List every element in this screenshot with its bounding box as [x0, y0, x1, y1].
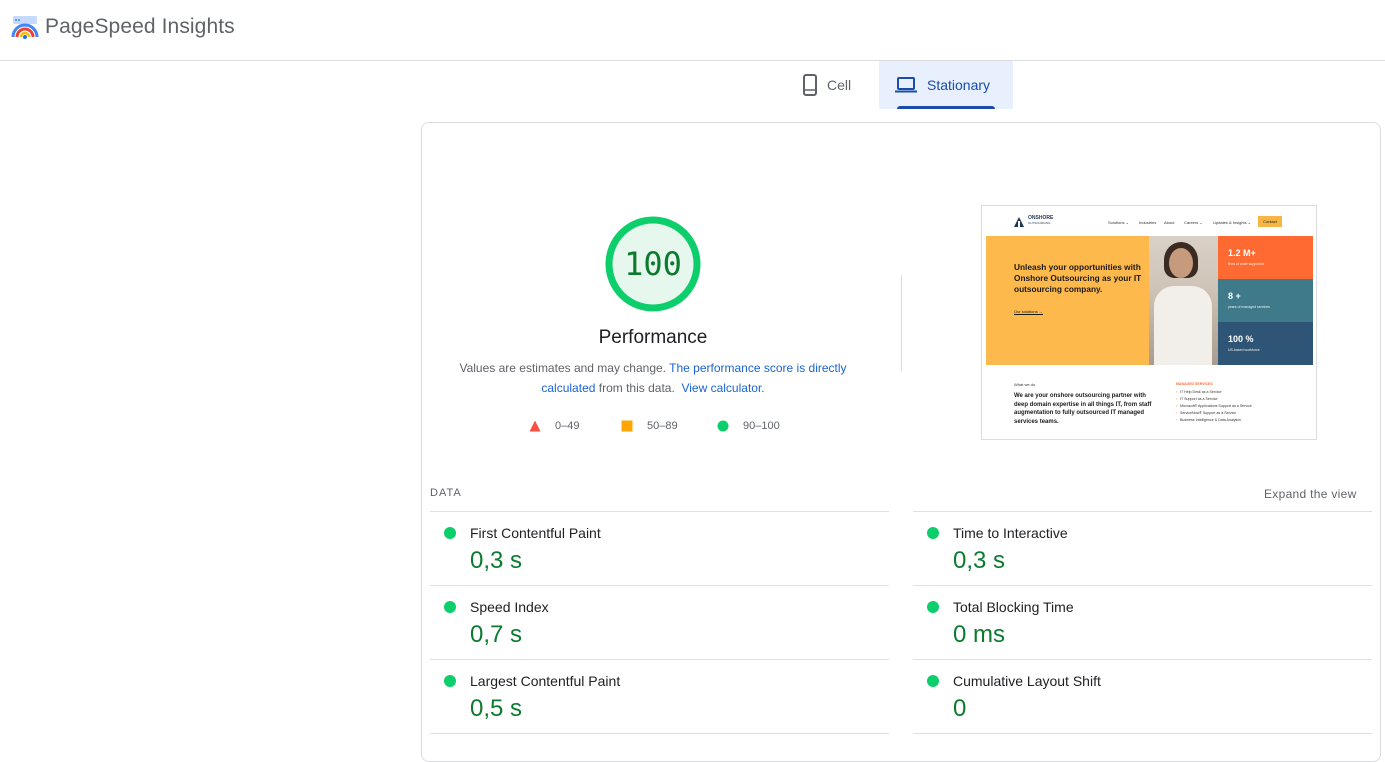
performance-title: Performance [598, 327, 708, 348]
performance-score: 100 [624, 245, 682, 283]
pass-circle-icon [444, 527, 456, 539]
metric-value: 0,3 s [470, 547, 523, 574]
screenshot-nav-item: Updates & Insights ⌄ [1213, 220, 1252, 225]
screenshot-logo-text: ONSHORE OUTSOURCING [1028, 215, 1054, 226]
metric-time-to-interactive: Time to Interactive 0,3 s [913, 511, 1372, 585]
metric-value: 0,5 s [470, 695, 523, 722]
metric-total-blocking-time: Total Blocking Time 0 ms [913, 585, 1372, 659]
screenshot-nav-item: Solutions ⌄ [1108, 220, 1129, 225]
tab-stationary-label: Stationary [927, 77, 991, 93]
legend-fail-label: 0–49 [555, 420, 580, 432]
tab-stationary[interactable]: Stationary [879, 61, 1013, 109]
screenshot-side-item: Microsoft® Applications Support as a Ser… [1176, 404, 1252, 408]
tab-selected-indicator [897, 106, 995, 109]
metric-value: 0 ms [953, 621, 1006, 648]
legend-pass: 90–100 [717, 419, 780, 433]
metric-divider [913, 733, 1372, 734]
screenshot-stat: 8 + years of managed services [1218, 279, 1313, 322]
smartphone-icon [803, 74, 817, 96]
pass-circle-icon [444, 601, 456, 613]
metric-name: Largest Contentful Paint [470, 673, 621, 689]
tab-cell[interactable]: Cell [803, 61, 875, 109]
legend-average-label: 50–89 [647, 420, 678, 432]
metric-name: Time to Interactive [953, 525, 1068, 541]
legend-fail: 0–49 [529, 419, 579, 433]
screenshot-nav-item: Industries [1139, 220, 1157, 225]
view-calculator-link[interactable]: View calculator. [681, 381, 764, 395]
screenshot-nav: ONSHORE OUTSOURCING Solutions ⌄ Industri… [982, 206, 1316, 234]
legend-pass-label: 90–100 [743, 420, 780, 432]
tab-cell-label: Cell [827, 77, 852, 93]
metric-cumulative-layout-shift: Cumulative Layout Shift 0 [913, 659, 1372, 733]
screenshot-nav-item: About [1164, 220, 1175, 225]
screenshot-hero-title: Unleash your opportunities with Onshore … [1014, 262, 1142, 294]
screenshot-stat: 1.2 M+ lines of code supported [1218, 236, 1313, 279]
metric-value: 0 [953, 695, 967, 722]
screenshot-stat: 100 % US-based workforce [1218, 322, 1313, 365]
screenshot-hero-link: Our solutions → [1014, 309, 1043, 315]
app-header: PageSpeed Insights [0, 0, 1385, 61]
pass-circle-icon [444, 675, 456, 687]
screenshot-side-item: Business Intelligence & Data Analytics [1176, 418, 1241, 422]
screenshot-side-item: IT Help Desk as a Service [1176, 390, 1222, 394]
photo-face [1169, 248, 1193, 278]
performance-description: Values are estimates and may change. The… [450, 358, 856, 398]
pagespeed-logo-icon[interactable] [11, 15, 39, 41]
screenshot-what-we-do: What we do [1014, 382, 1036, 387]
metric-name: Total Blocking Time [953, 599, 1074, 615]
metric-name: Speed Index [470, 599, 549, 615]
screenshot-hero [986, 236, 1149, 365]
metric-name: Cumulative Layout Shift [953, 673, 1101, 689]
metric-value: 0,3 s [953, 547, 1006, 574]
description-text: Values are estimates and may change. [459, 361, 667, 375]
metric-name: First Contentful Paint [470, 525, 601, 541]
screenshot-side-item: ServiceNow® Support as a Service [1176, 411, 1236, 415]
page-screenshot[interactable]: ONSHORE OUTSOURCING Solutions ⌄ Industri… [981, 205, 1317, 440]
screenshot-side-heading: MANAGED SERVICES [1176, 382, 1213, 386]
onshore-logo-icon [1014, 217, 1024, 227]
pass-circle-icon [927, 527, 939, 539]
vertical-divider [901, 275, 902, 371]
metric-first-contentful-paint: First Contentful Paint 0,3 s [430, 511, 889, 585]
pass-circle-icon [927, 675, 939, 687]
screenshot-contact-button: Contact [1258, 216, 1282, 227]
laptop-icon [895, 77, 917, 93]
pass-circle-icon [927, 601, 939, 613]
square-icon [621, 420, 633, 432]
circle-icon [717, 420, 729, 432]
expand-view-button[interactable]: Expand the view [1264, 487, 1357, 501]
metric-divider [430, 733, 889, 734]
data-section-label: DATA [430, 487, 462, 499]
app-title[interactable]: PageSpeed Insights [45, 15, 235, 39]
description-mid-text: from this data. [598, 381, 675, 395]
screenshot-body-text: We are your onshore outsourcing partner … [1014, 393, 1152, 425]
screenshot-side-item: IT Support as a Service [1176, 397, 1217, 401]
screenshot-nav-item: Careers ⌄ [1184, 220, 1203, 225]
legend-average: 50–89 [621, 419, 678, 433]
photo-body [1154, 286, 1212, 365]
metric-value: 0,7 s [470, 621, 523, 648]
triangle-icon [529, 420, 541, 432]
metric-largest-contentful-paint: Largest Contentful Paint 0,5 s [430, 659, 889, 733]
metric-speed-index: Speed Index 0,7 s [430, 585, 889, 659]
